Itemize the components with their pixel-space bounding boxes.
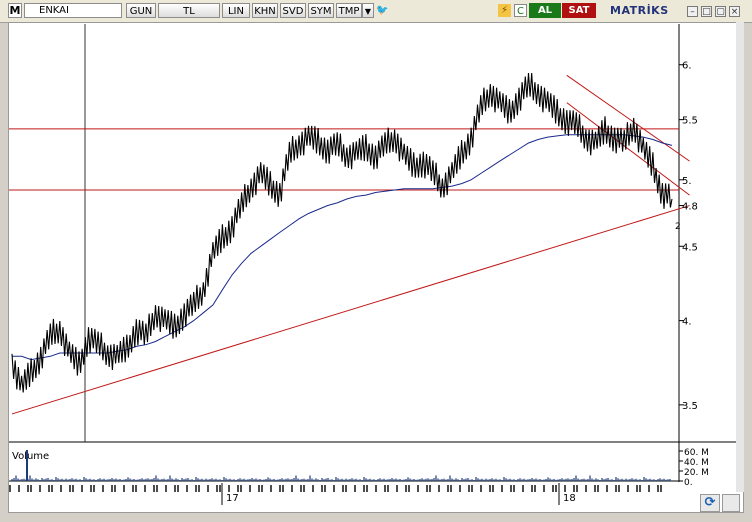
trend-line-2 — [566, 102, 690, 196]
volume-tick-label-0: 60. M — [684, 448, 709, 458]
volume-bars — [11, 450, 671, 481]
horizontal-lines — [9, 128, 679, 191]
price-line — [11, 72, 673, 393]
date-strip — [9, 483, 679, 493]
y-tick-label-1: 4. — [682, 317, 692, 328]
y-axis: 3.5 4. 4.5 4.8 5. 5.5 6. — [679, 61, 698, 412]
sync-icon[interactable]: ⟳ — [700, 494, 720, 512]
volume-tick-label-2: 20. M — [684, 468, 709, 478]
y-tick-label-4: 5. — [682, 176, 692, 187]
right-scrollbar[interactable] — [736, 22, 744, 492]
settings-icon[interactable] — [722, 494, 740, 512]
x-tick-17: 17 — [226, 493, 239, 504]
y-tick-label-5: 5.5 — [682, 116, 698, 127]
volume-axis: 60. M40. M20. M0. — [679, 448, 709, 488]
y-tick-label-3: 4.8 — [682, 202, 698, 213]
price-chart[interactable]: 3.5 4. 4.5 4.8 5. 5.5 6. Volume 60. M40. M20. … — [0, 0, 752, 522]
volume-tick-label-1: 40. M — [684, 458, 709, 468]
price-series — [11, 72, 673, 393]
trend-lines — [11, 74, 690, 415]
y-tick-label-6: 6. — [682, 61, 692, 72]
y-tick-label-2: 4.5 — [682, 242, 698, 253]
volume-label: Volume — [12, 451, 49, 462]
trend-line-0 — [11, 205, 690, 415]
last-price-marker: 2 — [675, 222, 681, 232]
volume-tick-label-3: 0. — [684, 478, 693, 488]
y-tick-label-0: 3.5 — [682, 401, 698, 412]
moving-average-line — [12, 134, 673, 361]
moving-average — [12, 134, 673, 361]
x-tick-18: 18 — [563, 493, 576, 504]
